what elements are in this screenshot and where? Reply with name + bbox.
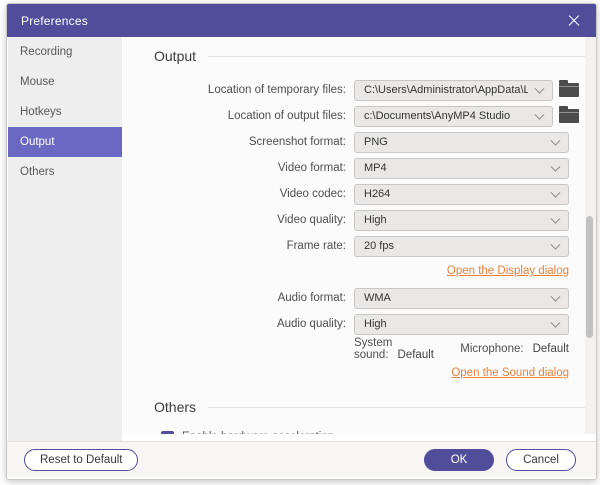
others-section-header: Others	[154, 399, 587, 415]
form-row-audio-quality: Audio quality: High	[123, 311, 597, 337]
screen: Preferences Recording Mouse Hotkeys Outp…	[0, 0, 600, 485]
chevron-down-icon	[551, 136, 561, 146]
video-codec-label: Video codec:	[123, 188, 346, 200]
audio-quality-label: Audio quality:	[123, 318, 346, 330]
window-title: Preferences	[21, 14, 88, 28]
microphone-value: Default	[533, 343, 569, 355]
sidebar-item-recording[interactable]: Recording	[8, 37, 122, 67]
temp-files-value: C:\Users\Administrator\AppData\Loca	[364, 84, 528, 96]
video-format-label: Video format:	[123, 162, 346, 174]
audio-quality-dropdown[interactable]: High	[354, 314, 569, 335]
scrollbar-thumb[interactable]	[586, 216, 593, 338]
sidebar-item-others[interactable]: Others	[8, 157, 122, 187]
output-files-dropdown[interactable]: c:\Documents\AnyMP4 Studio	[354, 106, 553, 127]
system-sound-value: Default	[398, 349, 434, 361]
chevron-down-icon	[551, 318, 561, 328]
audio-form-rows: Audio format: WMA Audio quality: High	[123, 285, 597, 337]
section-divider	[208, 56, 587, 57]
sound-link-row: Open the Sound dialog	[123, 363, 597, 383]
open-display-dialog-link[interactable]: Open the Display dialog	[447, 265, 569, 277]
sound-status-row: System sound: Default Microphone: Default	[354, 337, 569, 361]
open-sound-dialog-link[interactable]: Open the Sound dialog	[451, 367, 569, 379]
form-row-temp-files: Location of temporary files: C:\Users\Ad…	[123, 77, 597, 103]
output-files-label: Location of output files:	[123, 110, 346, 122]
section-title-output: Output	[154, 48, 196, 64]
microphone-label: Microphone:	[460, 343, 523, 355]
frame-rate-label: Frame rate:	[123, 240, 346, 252]
cancel-button[interactable]: Cancel	[506, 449, 576, 471]
output-files-value: c:\Documents\AnyMP4 Studio	[364, 110, 510, 122]
chevron-down-icon	[551, 162, 561, 172]
folder-browse-icon[interactable]	[559, 83, 579, 97]
form-row-video-format: Video format: MP4	[123, 155, 597, 181]
video-codec-value: H264	[364, 188, 390, 200]
form-row-frame-rate: Frame rate: 20 fps	[123, 233, 597, 259]
screenshot-format-value: PNG	[364, 136, 388, 148]
form-row-video-quality: Video quality: High	[123, 207, 597, 233]
temp-files-dropdown[interactable]: C:\Users\Administrator\AppData\Loca	[354, 80, 553, 101]
folder-browse-icon[interactable]	[559, 109, 579, 123]
section-divider	[208, 407, 587, 408]
sidebar-item-output[interactable]: Output	[8, 127, 122, 157]
chevron-down-icon	[551, 214, 561, 224]
sidebar: Recording Mouse Hotkeys Output Others	[8, 37, 122, 441]
form-row-output-files: Location of output files: c:\Documents\A…	[123, 103, 597, 129]
video-format-dropdown[interactable]: MP4	[354, 158, 569, 179]
display-link-row: Open the Display dialog	[123, 261, 597, 281]
form-row-video-codec: Video codec: H264	[123, 181, 597, 207]
hardware-acceleration-label: Enable hardware acceleration	[182, 430, 334, 434]
titlebar: Preferences	[7, 4, 596, 37]
form-row-audio-format: Audio format: WMA	[123, 285, 597, 311]
form-row-screenshot-format: Screenshot format: PNG	[123, 129, 597, 155]
frame-rate-value: 20 fps	[364, 240, 394, 252]
video-quality-label: Video quality:	[123, 214, 346, 226]
checkbox-checked-icon[interactable]	[161, 431, 174, 434]
screenshot-format-label: Screenshot format:	[123, 136, 346, 148]
output-form-rows: Location of temporary files: C:\Users\Ad…	[123, 77, 597, 259]
sidebar-item-hotkeys[interactable]: Hotkeys	[8, 97, 122, 127]
video-format-value: MP4	[364, 162, 387, 174]
chevron-down-icon	[535, 84, 545, 94]
ok-button[interactable]: OK	[424, 449, 494, 471]
close-icon[interactable]	[566, 13, 582, 29]
scrollbar-track[interactable]	[585, 37, 597, 434]
system-sound-status: System sound: Default	[354, 337, 460, 361]
frame-rate-dropdown[interactable]: 20 fps	[354, 236, 569, 257]
section-title-others: Others	[154, 399, 196, 415]
reset-to-default-button[interactable]: Reset to Default	[24, 449, 138, 471]
temp-files-label: Location of temporary files:	[123, 84, 346, 96]
preferences-dialog: Preferences Recording Mouse Hotkeys Outp…	[6, 3, 597, 480]
video-quality-value: High	[364, 214, 387, 226]
output-section-header: Output	[154, 48, 587, 64]
output-settings-panel: Output Location of temporary files: C:\U…	[123, 37, 597, 434]
video-codec-dropdown[interactable]: H264	[354, 184, 569, 205]
chevron-down-icon	[551, 240, 561, 250]
video-quality-dropdown[interactable]: High	[354, 210, 569, 231]
sidebar-item-mouse[interactable]: Mouse	[8, 67, 122, 97]
audio-format-label: Audio format:	[123, 292, 346, 304]
chevron-down-icon	[551, 292, 561, 302]
screenshot-format-dropdown[interactable]: PNG	[354, 132, 569, 153]
chevron-down-icon	[535, 110, 545, 120]
system-sound-label: System sound:	[354, 337, 392, 361]
chevron-down-icon	[551, 188, 561, 198]
audio-format-value: WMA	[364, 292, 391, 304]
audio-format-dropdown[interactable]: WMA	[354, 288, 569, 309]
microphone-status: Microphone: Default	[460, 343, 569, 355]
footer-bar: Reset to Default OK Cancel	[7, 441, 596, 477]
hardware-acceleration-row[interactable]: Enable hardware acceleration	[161, 430, 597, 434]
audio-quality-value: High	[364, 318, 387, 330]
